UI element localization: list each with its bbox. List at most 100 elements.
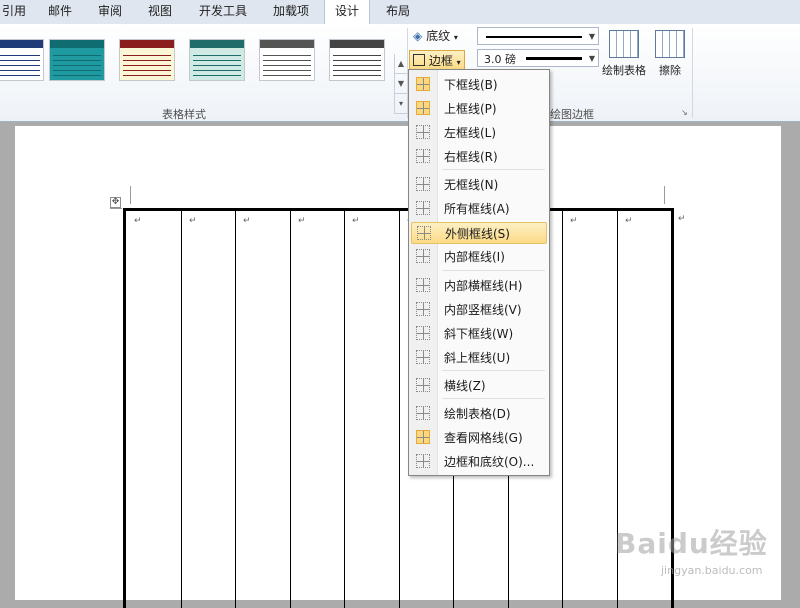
borders-label: 边框 <box>428 54 453 68</box>
draw-table-label: 绘制表格 <box>602 64 646 77</box>
no-border-icon <box>416 177 430 191</box>
menu-item-label: 内部竖框线(V) <box>444 303 522 317</box>
menu-item-label: 斜上框线(U) <box>444 351 511 365</box>
menu-item[interactable]: 边框和底纹(O)... <box>411 451 547 473</box>
menu-item[interactable]: 所有框线(A) <box>411 198 547 220</box>
tab-view[interactable]: 视图 <box>142 0 178 24</box>
menu-item-label: 内部框线(I) <box>444 250 505 264</box>
table-style-swatch[interactable] <box>119 39 175 81</box>
table-column-line <box>562 211 563 608</box>
menu-item[interactable]: 斜上框线(U) <box>411 347 547 369</box>
draw-table-icon <box>416 406 430 420</box>
menu-item-label: 边框和底纹(O)... <box>444 455 535 469</box>
shading-button[interactable]: ◈ 底纹 ▾ <box>413 26 458 46</box>
borders-button[interactable]: 边框 ▾ <box>409 50 465 70</box>
gallery-up-icon[interactable]: ▲ <box>395 54 407 74</box>
row-end-mark: ↵ <box>678 214 686 224</box>
tab-references[interactable]: 引用 <box>0 0 28 24</box>
gallery-scroll[interactable]: ▲ ▼ ▾ <box>394 54 407 114</box>
menu-separator <box>442 398 545 399</box>
tab-layout[interactable]: 布局 <box>376 0 420 24</box>
gallery-more-icon[interactable]: ▾ <box>395 94 407 114</box>
draw-table-button[interactable]: 绘制表格 <box>599 30 649 78</box>
view-gridlines-icon <box>416 430 430 444</box>
menu-separator <box>442 370 545 371</box>
table-column-line <box>181 211 182 608</box>
top-border-icon <box>416 101 430 115</box>
menu-item[interactable]: 内部竖框线(V) <box>411 299 547 321</box>
table-style-swatch[interactable] <box>259 39 315 81</box>
ribbon-tab-bar: 引用 邮件 审阅 视图 开发工具 加载项 设计 布局 <box>0 0 800 25</box>
tab-addins[interactable]: 加载项 <box>266 0 316 24</box>
pencil-grid-icon <box>609 30 639 58</box>
menu-item[interactable]: 上框线(P) <box>411 98 547 120</box>
table-style-swatch[interactable] <box>189 39 245 81</box>
menu-item[interactable]: 无框线(N) <box>411 174 547 196</box>
dialog-launcher-icon[interactable]: ↘ <box>681 108 688 117</box>
swatch-header <box>260 40 314 48</box>
cell-end-mark: ↵ <box>134 216 142 226</box>
menu-item[interactable]: 外侧框线(S) <box>411 222 547 244</box>
cell-end-mark: ↵ <box>570 216 578 226</box>
menu-separator <box>442 169 545 170</box>
crop-mark <box>110 208 122 209</box>
bottom-border-icon <box>416 77 430 91</box>
menu-item[interactable]: 下框线(B) <box>411 74 547 96</box>
cell-end-mark: ↵ <box>189 216 197 226</box>
inside-horizontal-border-icon <box>416 278 430 292</box>
outside-borders-icon <box>417 226 431 240</box>
menu-item[interactable]: 斜下框线(W) <box>411 323 547 345</box>
table-style-swatch[interactable] <box>0 39 44 81</box>
menu-item[interactable]: 左框线(L) <box>411 122 547 144</box>
menu-separator <box>442 270 545 271</box>
table-style-swatch[interactable] <box>49 39 105 81</box>
tab-review[interactable]: 审阅 <box>92 0 128 24</box>
table-move-handle-icon[interactable]: ✥ <box>110 197 121 208</box>
horizontal-line-icon <box>416 378 430 392</box>
table-column-line <box>235 211 236 608</box>
all-borders-icon <box>416 201 430 215</box>
table-style-swatch[interactable] <box>329 39 385 81</box>
crop-mark <box>664 186 665 204</box>
tab-design[interactable]: 设计 <box>324 0 370 25</box>
menu-item[interactable]: 查看网格线(G) <box>411 427 547 449</box>
watermark-logo: Baidu经验 <box>615 527 768 560</box>
inside-borders-icon <box>416 249 430 263</box>
line-style-dropdown[interactable]: ▼ <box>477 27 599 45</box>
line-weight-dropdown[interactable]: 3.0 磅 ▼ <box>477 49 599 67</box>
watermark-url: jingyan.baidu.com <box>661 564 763 577</box>
table-styles-group-label: 表格样式 <box>162 108 206 121</box>
chevron-down-icon: ▾ <box>456 58 461 67</box>
gallery-down-icon[interactable]: ▼ <box>395 74 407 94</box>
borders-shading-icon <box>416 454 430 468</box>
right-border-icon <box>416 149 430 163</box>
eraser-button[interactable]: 擦除 <box>652 30 688 78</box>
document-table[interactable]: ↵↵↵↵↵↵↵↵↵↵ <box>123 208 674 608</box>
swatch-rows <box>0 51 40 77</box>
swatch-header <box>330 40 384 48</box>
tab-developer[interactable]: 开发工具 <box>192 0 254 24</box>
swatch-rows <box>263 51 311 77</box>
menu-item[interactable]: 横线(Z) <box>411 375 547 397</box>
swatch-header <box>120 40 174 48</box>
menu-item-label: 无框线(N) <box>444 178 499 192</box>
borders-icon <box>413 54 425 66</box>
diagonal-up-border-icon <box>416 350 430 364</box>
menu-item-label: 内部横框线(H) <box>444 279 523 293</box>
tab-mailings[interactable]: 邮件 <box>42 0 78 24</box>
left-border-icon <box>416 125 430 139</box>
menu-item[interactable]: 绘制表格(D) <box>411 403 547 425</box>
swatch-header <box>0 40 43 48</box>
swatch-rows <box>53 51 101 77</box>
menu-item-label: 查看网格线(G) <box>444 431 523 445</box>
menu-item-label: 上框线(P) <box>444 102 497 116</box>
group-separator <box>692 28 693 118</box>
menu-item[interactable]: 内部框线(I) <box>411 246 547 268</box>
diagonal-down-border-icon <box>416 326 430 340</box>
crop-mark <box>130 186 131 204</box>
chevron-down-icon: ▾ <box>453 33 458 42</box>
menu-item[interactable]: 内部横框线(H) <box>411 275 547 297</box>
cell-end-mark: ↵ <box>243 216 251 226</box>
menu-item[interactable]: 右框线(R) <box>411 146 547 168</box>
paint-bucket-icon: ◈ <box>413 29 423 43</box>
